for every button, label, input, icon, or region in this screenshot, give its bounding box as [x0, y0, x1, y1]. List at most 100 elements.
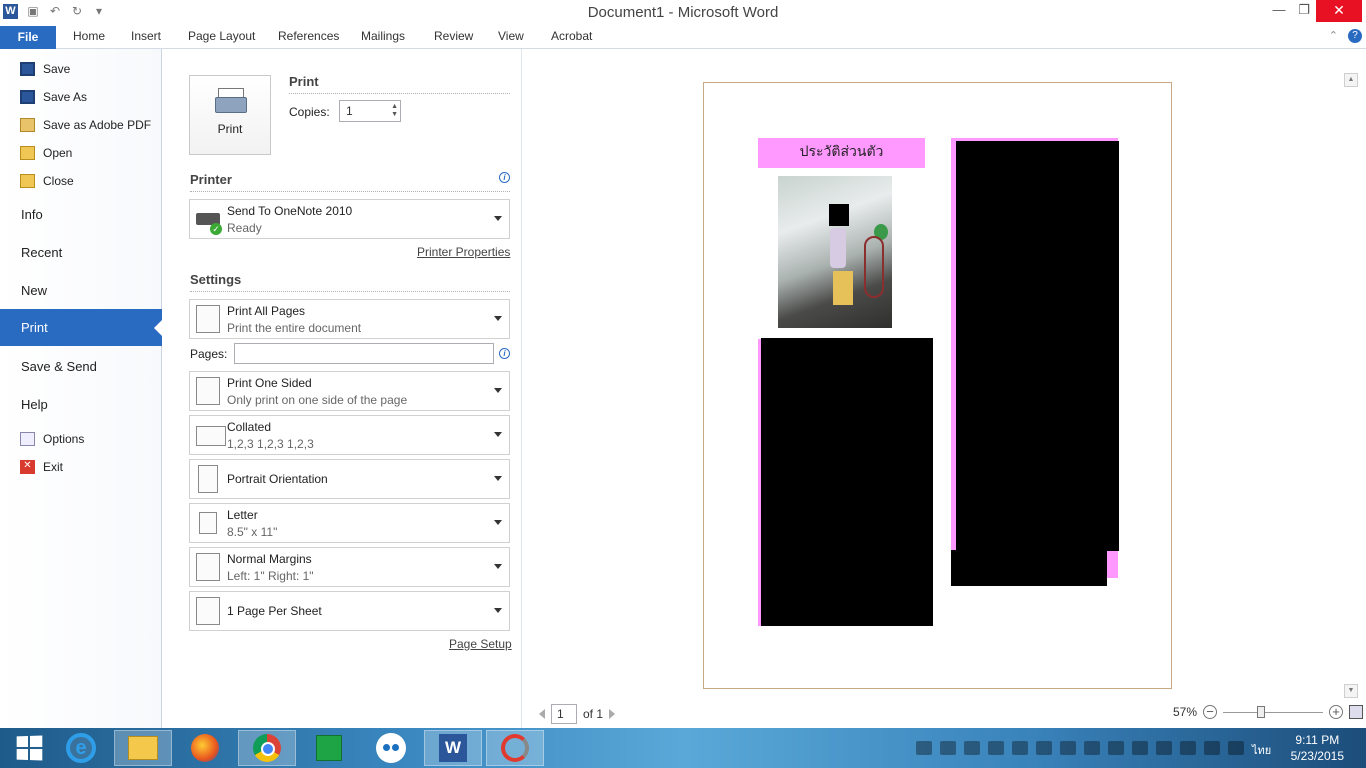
tray-icon[interactable] [1012, 741, 1028, 755]
nav-open[interactable]: Open [20, 143, 72, 163]
bluetooth-icon[interactable] [1108, 741, 1124, 755]
sides-dropdown[interactable]: Print One Sided Only print on one side o… [189, 371, 510, 411]
tab-mailings[interactable]: Mailings [361, 29, 405, 43]
tab-acrobat[interactable]: Acrobat [551, 29, 592, 43]
collation-dropdown[interactable]: Collated 1,2,3 1,2,3 1,2,3 [189, 415, 510, 455]
nav-save-label: Save [43, 62, 71, 76]
usb-icon[interactable] [1084, 741, 1100, 755]
taskbar-flickr[interactable] [362, 730, 420, 766]
tab-home[interactable]: Home [73, 29, 105, 43]
print-range-description: Print the entire document [227, 321, 362, 335]
sides-label: Print One Sided [227, 376, 312, 390]
scroll-down-icon[interactable]: ▼ [1344, 684, 1358, 698]
copies-input[interactable]: 1 ▲ ▼ [339, 100, 401, 122]
minimize-ribbon-icon[interactable]: ⌃ [1329, 29, 1338, 43]
tab-review[interactable]: Review [434, 29, 473, 43]
printer-properties-link[interactable]: Printer Properties [417, 245, 510, 259]
start-button[interactable] [0, 730, 58, 766]
nav-save-as[interactable]: Save As [20, 87, 87, 107]
zoom-slider[interactable] [1223, 705, 1324, 718]
print-button[interactable]: Print [189, 75, 271, 155]
collation-description: 1,2,3 1,2,3 1,2,3 [227, 437, 314, 451]
pages-per-sheet-label: 1 Page Per Sheet [227, 604, 322, 618]
info-icon[interactable]: i [499, 348, 510, 359]
paper-icon [199, 512, 217, 534]
info-icon[interactable]: i [499, 172, 510, 183]
nav-options[interactable]: Options [20, 429, 84, 449]
nav-print-label: Print [21, 320, 48, 335]
print-preview: ประวัติส่วนตัว ▲ ▼ 1 of 1 57% − + [523, 49, 1366, 728]
nav-help[interactable]: Help [21, 397, 48, 412]
zoom-slider-thumb[interactable] [1257, 705, 1266, 718]
tab-file[interactable]: File [0, 26, 56, 49]
nav-save-pdf[interactable]: Save as Adobe PDF [20, 115, 151, 135]
dropdown-arrow-icon [494, 388, 502, 393]
help-icon[interactable]: ? [1348, 29, 1362, 43]
nav-info[interactable]: Info [21, 207, 43, 222]
tray-icon[interactable] [1036, 741, 1052, 755]
nvidia-icon[interactable] [988, 741, 1004, 755]
scroll-up-icon[interactable]: ▲ [1344, 73, 1358, 87]
tab-references[interactable]: References [278, 29, 339, 43]
nav-close[interactable]: Close [20, 171, 74, 191]
restore-button[interactable]: ❐ [1291, 0, 1317, 22]
photo-detail [833, 271, 853, 305]
tray-icon[interactable] [964, 741, 980, 755]
system-tray: ไทย [916, 741, 1272, 757]
margins-label: Normal Margins [227, 552, 312, 566]
settings-section-title: Settings [190, 272, 242, 287]
paper-size-label: Letter [227, 508, 258, 522]
tab-view[interactable]: View [498, 29, 524, 43]
one-sided-icon [196, 377, 220, 405]
margins-dropdown[interactable]: Normal Margins Left: 1" Right: 1" [189, 547, 510, 587]
ribbon-tabs: File Home Insert Page Layout References … [0, 26, 1366, 49]
nav-recent[interactable]: Recent [21, 245, 62, 260]
taskbar-app[interactable] [486, 730, 544, 766]
copies-label: Copies: [289, 105, 330, 119]
onenote-tray-icon[interactable] [940, 741, 956, 755]
nav-print[interactable]: Print [0, 309, 163, 346]
flickr-icon [376, 733, 406, 763]
next-page-icon[interactable] [609, 709, 616, 719]
volume-icon[interactable] [1156, 741, 1172, 755]
close-window-button[interactable]: ✕ [1316, 0, 1362, 22]
copies-spinner-icon[interactable]: ▲ ▼ [391, 103, 398, 119]
zoom-control: 57% − + [1173, 705, 1364, 719]
taskbar-chrome[interactable] [238, 730, 296, 766]
preview-scrollbar[interactable]: ▲ ▼ [1344, 73, 1358, 698]
taskbar-internet-explorer[interactable]: e [52, 730, 110, 766]
printer-dropdown[interactable]: ✓ Send To OneNote 2010 Ready [189, 199, 510, 239]
flag-icon[interactable] [1204, 741, 1220, 755]
clock[interactable]: 9:11 PM 5/23/2015 [1291, 732, 1344, 764]
zoom-out-icon[interactable]: − [1203, 705, 1218, 719]
tab-page-layout[interactable]: Page Layout [188, 29, 255, 43]
tray-icon[interactable] [1180, 741, 1196, 755]
page-setup-link[interactable]: Page Setup [449, 637, 512, 651]
nav-exit[interactable]: ✕ Exit [20, 457, 63, 477]
pages-input[interactable] [234, 343, 494, 364]
taskbar-file-explorer[interactable] [114, 730, 172, 766]
wifi-icon[interactable] [1228, 741, 1244, 755]
print-range-dropdown[interactable]: Print All Pages Print the entire documen… [189, 299, 510, 339]
zoom-in-icon[interactable]: + [1329, 705, 1344, 719]
minimize-button[interactable]: — [1266, 0, 1292, 22]
previous-page-icon[interactable] [539, 709, 545, 719]
language-indicator[interactable]: ไทย [1252, 741, 1272, 757]
taskbar-firefox[interactable] [176, 730, 234, 766]
firefox-icon [191, 734, 219, 762]
pages-per-sheet-dropdown[interactable]: 1 Page Per Sheet [189, 591, 510, 631]
taskbar-store[interactable] [300, 730, 358, 766]
dropdown-arrow-icon [494, 316, 502, 321]
battery-icon[interactable] [1132, 741, 1148, 755]
nav-save[interactable]: Save [20, 59, 70, 79]
tab-insert[interactable]: Insert [131, 29, 161, 43]
nav-save-send[interactable]: Save & Send [21, 359, 97, 374]
current-page-input[interactable]: 1 [551, 704, 577, 724]
orientation-dropdown[interactable]: Portrait Orientation [189, 459, 510, 499]
speaker-icon[interactable] [1060, 741, 1076, 755]
zoom-to-page-icon[interactable] [1349, 705, 1364, 719]
tray-icon[interactable] [916, 741, 932, 755]
paper-size-dropdown[interactable]: Letter 8.5" x 11" [189, 503, 510, 543]
taskbar-word[interactable]: W [424, 730, 482, 766]
nav-new[interactable]: New [21, 283, 47, 298]
